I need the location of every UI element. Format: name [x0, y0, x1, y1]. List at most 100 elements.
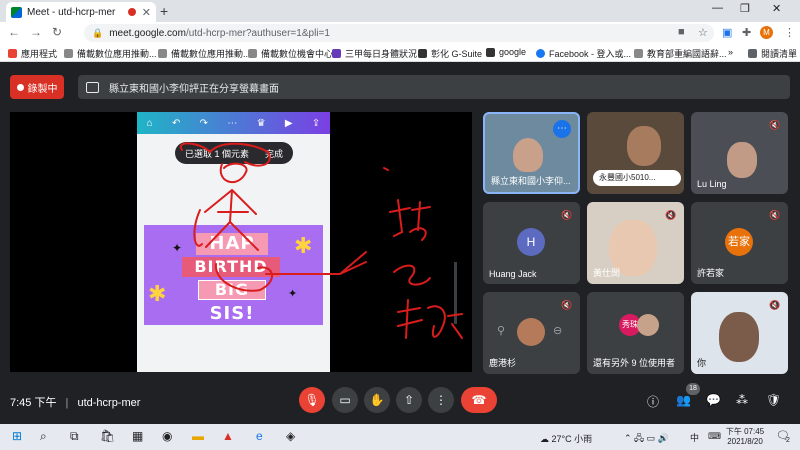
bookmark-apps[interactable]: 應用程式	[8, 47, 57, 60]
star-icon[interactable]: ☆	[698, 26, 708, 39]
participant-tile-others[interactable]: 秀珠 還有另外 9 位使用者	[587, 292, 684, 374]
search-icon[interactable]: ⌕	[40, 429, 47, 444]
bookmark-icon	[634, 49, 643, 58]
bookmark-item[interactable]: 教育部重編國語辭...	[634, 47, 727, 60]
host-controls-icon[interactable]: 🛡	[766, 393, 781, 407]
participant-name: 鹿港杉	[489, 358, 517, 368]
store-icon[interactable]: 🛍	[100, 429, 115, 443]
camera-icon[interactable]: ■	[678, 26, 685, 38]
info-icon[interactable]: ⓘ	[647, 393, 659, 410]
facebook-icon	[536, 49, 545, 58]
bookmark-item[interactable]: 備載數位應用推動...	[158, 47, 251, 60]
present-now-button[interactable]: ⇧	[396, 387, 422, 413]
more-options-icon[interactable]: ⋯	[553, 120, 571, 138]
maximize-icon[interactable]: ❐	[740, 2, 750, 15]
tray-icons[interactable]: ⌃ 🖧 ▭ 🔊	[624, 431, 669, 447]
taskbar-clock[interactable]: 下午 07:45 2021/8/20	[722, 427, 768, 447]
annotation-stroke	[219, 162, 248, 184]
minimize-icon[interactable]: —	[712, 2, 723, 14]
pin-icon[interactable]: ⚲	[497, 324, 505, 337]
presenter-text: 縣立東和國小李仰評正在分享螢幕畫面	[109, 83, 279, 95]
participant-video	[627, 126, 661, 166]
app-icon[interactable]: ◈	[286, 429, 295, 443]
raise-hand-button[interactable]: ✋	[364, 387, 390, 413]
mic-off-icon: 🔇	[561, 210, 573, 220]
participant-name: 許若家	[697, 268, 725, 278]
presentation-area: ⌂ ↶ ↷ ⋯ ♛ ▶ ⇪ 已選取 1 個元素 完成 HAP BIRTHD BI…	[10, 112, 472, 372]
bookmark-item[interactable]: google	[486, 47, 526, 57]
meet-extension-icon[interactable]: ▣	[722, 26, 732, 39]
mic-off-icon: 🔇	[769, 120, 781, 130]
windows-start-icon[interactable]: ⊞	[12, 429, 22, 443]
edge-icon[interactable]: e	[256, 429, 263, 443]
tab-close-button[interactable]: ✕	[142, 6, 151, 19]
participant-tile[interactable]: 永豐國小5010...	[587, 112, 684, 194]
url-path: /utd-hcrp-mer?authuser=1&pli=1	[185, 27, 330, 39]
system-tray: ☁ 27°C 小雨	[540, 432, 592, 445]
bookmarks-overflow[interactable]: »	[728, 47, 733, 57]
task-view-icon[interactable]: ⧉	[70, 429, 79, 444]
recording-button[interactable]: 錄製中	[10, 75, 64, 99]
keyboard-icon[interactable]: ⌨	[708, 431, 721, 442]
annotation-stroke	[389, 199, 431, 241]
mic-toggle-button[interactable]: 🎙	[299, 387, 325, 413]
bookmark-icon	[64, 49, 73, 58]
participant-tile[interactable]: 🔇 Lu Ling	[691, 112, 788, 194]
bookmark-item[interactable]: 彰化 G-Suite	[418, 47, 482, 60]
taskbar-date: 2021/8/20	[727, 437, 763, 446]
activities-icon[interactable]: ⁂	[736, 393, 748, 407]
present-screen-icon	[86, 81, 99, 93]
tab-meet[interactable]: Meet - utd-hcrp-mer ✕	[6, 2, 156, 22]
weather-icon: ☁	[540, 434, 549, 444]
participant-tile-self[interactable]: 🔇 你	[691, 292, 788, 374]
reload-icon[interactable]: ↻	[52, 25, 62, 39]
more-options-button[interactable]: ⋮	[428, 387, 454, 413]
chrome-icon[interactable]: ◉	[162, 429, 172, 443]
participant-tile[interactable]: ⚲ ⊖ 🔇 鹿港杉	[483, 292, 580, 374]
bookmark-item[interactable]: 三甲每日身體狀況	[332, 47, 417, 60]
annotation-stroke	[214, 263, 273, 292]
mic-off-icon: 🔇	[769, 210, 781, 220]
reading-list[interactable]: 閱讀清單	[748, 47, 797, 60]
address-bar[interactable]: 🔒 meet.google.com/utd-hcrp-mer?authuser=…	[84, 24, 714, 42]
bookmark-item[interactable]: Facebook - 登入或...	[536, 47, 631, 60]
profile-avatar[interactable]: M	[760, 26, 773, 39]
taskbar-time: 下午 07:45	[725, 427, 765, 436]
camera-toggle-button[interactable]: ▭	[332, 387, 358, 413]
participant-tile[interactable]: ⋯ 縣立東和國小李仰...	[483, 112, 580, 194]
bookmark-icon	[332, 49, 341, 58]
participant-video	[513, 138, 543, 172]
tab-strip: Meet - utd-hcrp-mer ✕ + — ❐ ✕	[0, 0, 800, 22]
forward-icon[interactable]: →	[30, 25, 42, 39]
participant-video	[719, 312, 759, 362]
bookmark-item[interactable]: 備載數位應用推動...	[64, 47, 157, 60]
annotation-stroke	[179, 142, 271, 167]
annotation-stroke	[193, 209, 203, 247]
menu-icon[interactable]: ⋮	[784, 26, 795, 39]
bookmark-icon	[248, 49, 257, 58]
remove-icon[interactable]: ⊖	[553, 324, 562, 337]
leave-call-button[interactable]: ☎	[461, 387, 497, 413]
file-explorer-icon[interactable]: ▬	[192, 429, 204, 443]
ime-indicator[interactable]: 中	[690, 431, 699, 444]
meet-favicon-icon	[11, 6, 22, 18]
participant-count-badge: 18	[686, 383, 700, 395]
teams-icon[interactable]: ▦	[132, 429, 143, 443]
chat-icon[interactable]: 💬	[706, 393, 721, 407]
people-icon[interactable]: 👥	[676, 393, 691, 407]
participant-name: 你	[697, 358, 707, 368]
tab-title: Meet - utd-hcrp-mer	[27, 6, 116, 18]
presenter-banner: 縣立東和國小李仰評正在分享螢幕畫面	[78, 75, 790, 99]
lock-icon: 🔒	[92, 27, 104, 38]
bookmark-item[interactable]: 備載數位機會中心	[248, 47, 333, 60]
participant-tile[interactable]: 若家 🔇 許若家	[691, 202, 788, 284]
back-icon[interactable]: ←	[8, 25, 20, 39]
participant-tile[interactable]: H 🔇 Huang Jack	[483, 202, 580, 284]
app-icon[interactable]: ▲	[222, 429, 234, 443]
participant-name: 還有另外 9 位使用者	[593, 358, 676, 368]
meeting-code: utd-hcrp-mer	[77, 397, 141, 409]
new-tab-button[interactable]: +	[160, 3, 168, 19]
close-window-icon[interactable]: ✕	[772, 2, 781, 15]
participant-tile[interactable]: 🔇 黃仕閔	[587, 202, 684, 284]
extensions-icon[interactable]: ✚	[742, 26, 751, 39]
